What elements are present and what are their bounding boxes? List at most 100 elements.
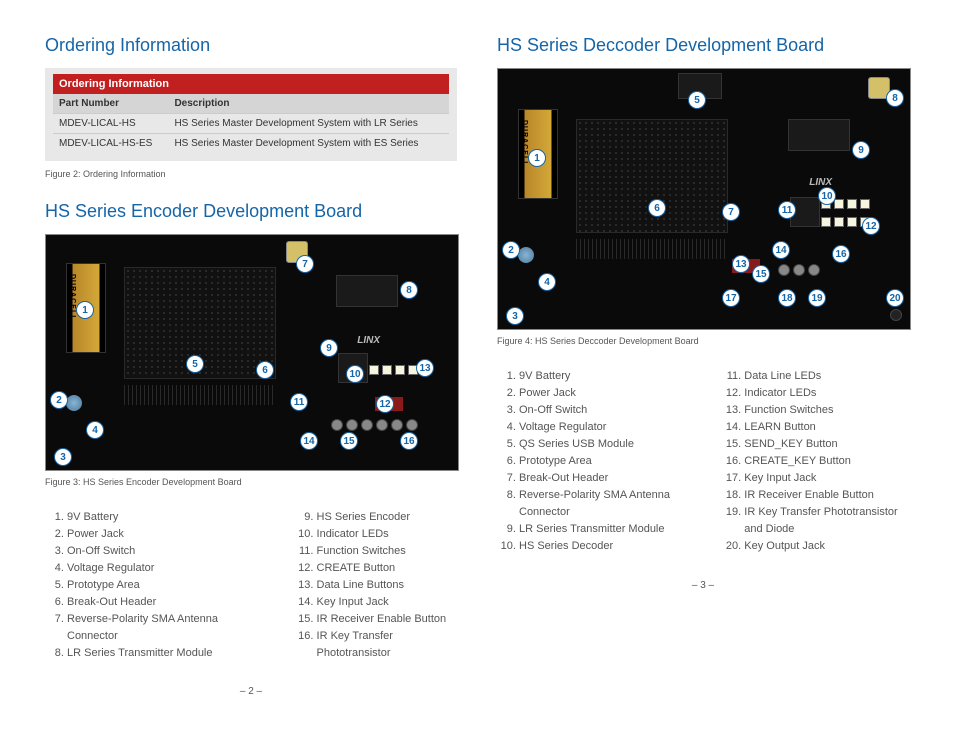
legend-item: HS Series Decoder — [519, 538, 682, 555]
figure-3-caption: Figure 3: HS Series Encoder Development … — [45, 477, 457, 487]
col-part-number: Part Number — [53, 94, 168, 114]
callout-4: 4 — [86, 421, 104, 439]
decoder-legend: 9V Battery Power Jack On-Off Switch Volt… — [497, 368, 909, 556]
callout-5: 5 — [186, 355, 204, 373]
callout-3: 3 — [54, 448, 72, 466]
callout-9: 9 — [320, 339, 338, 357]
heading-decoder-board: HS Series Deccoder Development Board — [497, 35, 909, 56]
heading-ordering: Ordering Information — [45, 35, 457, 56]
callout-20: 20 — [886, 289, 904, 307]
breakout-header — [124, 385, 274, 405]
legend-item: Prototype Area — [67, 577, 255, 594]
transmitter-module-icon — [336, 275, 398, 307]
legend-item: Voltage Regulator — [67, 560, 255, 577]
table-title: Ordering Information — [53, 74, 449, 94]
legend-item: Voltage Regulator — [519, 419, 682, 436]
data-line-buttons-icon — [331, 419, 418, 431]
callout-15: 15 — [752, 265, 770, 283]
legend-item: IR Receiver Enable Button — [744, 487, 909, 504]
page-number-2: – 2 – — [45, 686, 457, 697]
legend-item: HS Series Encoder — [317, 509, 457, 526]
legend-item: On-Off Switch — [67, 543, 255, 560]
ordering-table: Ordering Information Part Number Descrip… — [45, 68, 457, 161]
callout-10: 10 — [346, 365, 364, 383]
cell-pn: MDEV-LICAL-HS-ES — [53, 134, 168, 154]
decoder-legend-col-b: Data Line LEDs Indicator LEDs Function S… — [722, 368, 909, 556]
legend-item: LR Series Transmitter Module — [67, 645, 255, 662]
legend-item: Power Jack — [67, 526, 255, 543]
callout-10: 10 — [818, 187, 836, 205]
table-row: MDEV-LICAL-HS-ESHS Series Master Develop… — [53, 134, 449, 154]
callout-1: 1 — [528, 149, 546, 167]
legend-item: Key Output Jack — [744, 538, 909, 555]
page-3: HS Series Deccoder Development Board DUR… — [497, 35, 909, 697]
cell-pn: MDEV-LICAL-HS — [53, 114, 168, 134]
legend-item: LEARN Button — [744, 419, 909, 436]
legend-item: Reverse-Polarity SMA Antenna Connector — [67, 611, 255, 645]
page-spread: Ordering Information Ordering Informatio… — [0, 0, 954, 717]
capacitor-icon — [518, 247, 534, 263]
decoder-legend-col-a: 9V Battery Power Jack On-Off Switch Volt… — [497, 368, 682, 556]
legend-item: Indicator LEDs — [317, 526, 457, 543]
callout-13: 13 — [416, 359, 434, 377]
table-row: MDEV-LICAL-HSHS Series Master Developmen… — [53, 114, 449, 134]
callout-14: 14 — [772, 241, 790, 259]
encoder-legend-col-b: HS Series Encoder Indicator LEDs Functio… — [295, 509, 457, 662]
legend-item: On-Off Switch — [519, 402, 682, 419]
legend-item: Power Jack — [519, 385, 682, 402]
callout-15: 15 — [340, 432, 358, 450]
legend-item: Data Line LEDs — [744, 368, 909, 385]
legend-item: CREATE_KEY Button — [744, 453, 909, 470]
legend-item: Function Switches — [317, 543, 457, 560]
indicator-leds-icon — [369, 365, 418, 375]
callout-11: 11 — [290, 393, 308, 411]
key-buttons-icon — [778, 264, 820, 276]
callout-1: 1 — [76, 301, 94, 319]
figure-4-caption: Figure 4: HS Series Deccoder Development… — [497, 336, 909, 346]
callout-16: 16 — [400, 432, 418, 450]
legend-item: CREATE Button — [317, 560, 457, 577]
breakout-header — [576, 239, 726, 259]
legend-item: IR Key Transfer Phototransistor — [317, 628, 457, 662]
legend-item: Data Line Buttons — [317, 577, 457, 594]
encoder-board-figure: DURACELL LINX 1 2 3 4 5 6 7 — [45, 234, 459, 471]
callout-6: 6 — [256, 361, 274, 379]
legend-item: Key Input Jack — [744, 470, 909, 487]
legend-item: IR Key Transfer Phototransistor and Diod… — [744, 504, 909, 538]
legend-item: Break-Out Header — [519, 470, 682, 487]
legend-item: LR Series Transmitter Module — [519, 521, 682, 538]
callout-16: 16 — [832, 245, 850, 263]
callout-11: 11 — [778, 201, 796, 219]
legend-item: Indicator LEDs — [744, 385, 909, 402]
callout-19: 19 — [808, 289, 826, 307]
callout-9: 9 — [852, 141, 870, 159]
callout-17: 17 — [722, 289, 740, 307]
callout-12: 12 — [376, 395, 394, 413]
callout-18: 18 — [778, 289, 796, 307]
callout-2: 2 — [502, 241, 520, 259]
callout-13: 13 — [732, 255, 750, 273]
encoder-legend-col-a: 9V Battery Power Jack On-Off Switch Volt… — [45, 509, 255, 662]
callout-12: 12 — [862, 217, 880, 235]
ordering-table-body: Part Number Description MDEV-LICAL-HSHS … — [53, 94, 449, 153]
legend-item: IR Receiver Enable Button — [317, 611, 457, 628]
capacitor-icon — [66, 395, 82, 411]
legend-item: Function Switches — [744, 402, 909, 419]
heading-encoder-board: HS Series Encoder Development Board — [45, 201, 457, 222]
legend-item: Reverse-Polarity SMA Antenna Connector — [519, 487, 682, 521]
legend-item: SEND_KEY Button — [744, 436, 909, 453]
callout-7: 7 — [296, 255, 314, 273]
callout-7: 7 — [722, 203, 740, 221]
legend-item: 9V Battery — [519, 368, 682, 385]
legend-item: QS Series USB Module — [519, 436, 682, 453]
callout-4: 4 — [538, 273, 556, 291]
callout-8: 8 — [886, 89, 904, 107]
linx-logo: LINX — [357, 335, 380, 346]
col-description: Description — [168, 94, 449, 114]
cell-desc: HS Series Master Development System with… — [168, 134, 449, 154]
callout-14: 14 — [300, 432, 318, 450]
legend-item: 9V Battery — [67, 509, 255, 526]
legend-item: Prototype Area — [519, 453, 682, 470]
page-number-3: – 3 – — [497, 580, 909, 591]
encoder-legend: 9V Battery Power Jack On-Off Switch Volt… — [45, 509, 457, 662]
